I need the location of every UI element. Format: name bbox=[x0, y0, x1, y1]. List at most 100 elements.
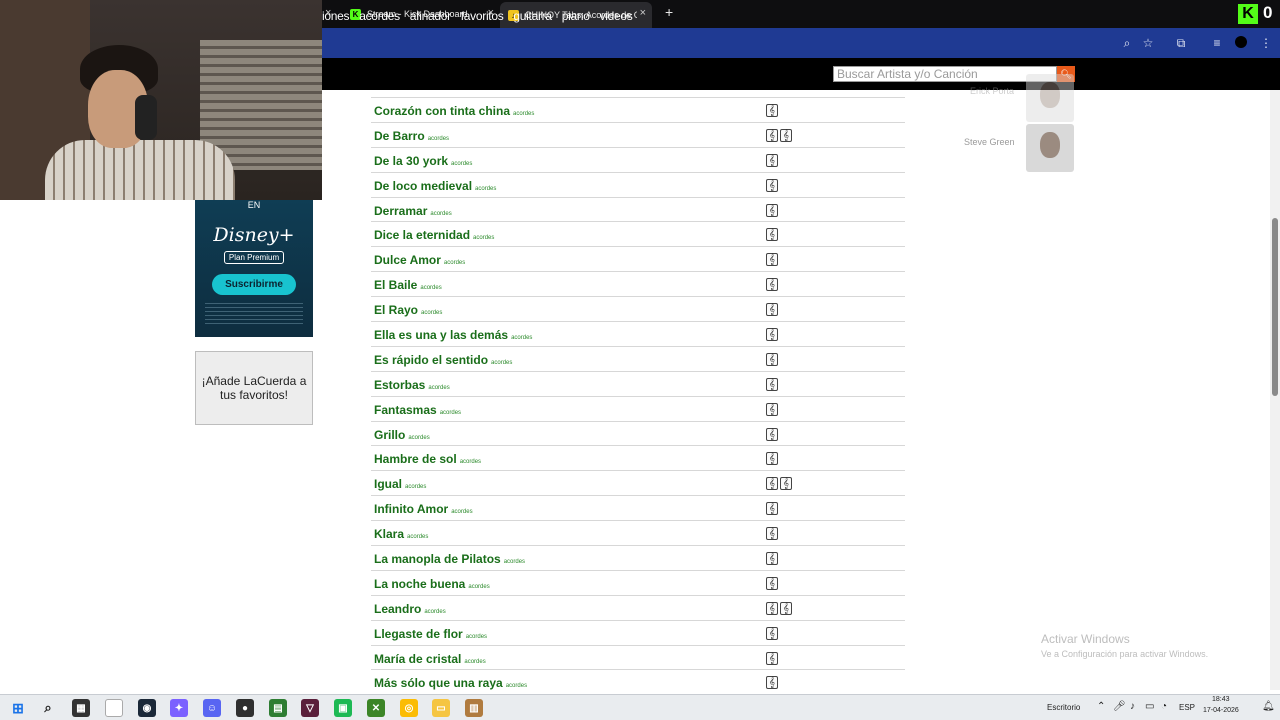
artist-thumbnail[interactable] bbox=[1026, 124, 1074, 172]
song-type-label[interactable]: acordes bbox=[420, 285, 441, 291]
nav-item-afinador[interactable]: afinador bbox=[410, 9, 451, 23]
treble-clef-icon[interactable]: 𝄞 bbox=[766, 651, 778, 665]
menu-kebab-icon[interactable]: ⋮ bbox=[1258, 35, 1274, 51]
tray-chevron-icon[interactable]: ⌃ bbox=[1097, 701, 1105, 712]
artist-thumbnail[interactable] bbox=[1026, 74, 1074, 122]
treble-clef-icon[interactable]: 𝄞 bbox=[766, 402, 778, 416]
song-link[interactable]: Hambre de sol acordes bbox=[374, 452, 481, 466]
song-link[interactable]: La manopla de Pilatos acordes bbox=[374, 552, 525, 566]
treble-clef-icon[interactable]: 𝄞 bbox=[766, 452, 778, 466]
song-type-label[interactable]: acordes bbox=[464, 659, 485, 665]
treble-clef-icon[interactable]: 𝄞 bbox=[766, 352, 778, 366]
song-link[interactable]: Dulce Amor acordes bbox=[374, 253, 465, 267]
song-link[interactable]: Estorbas acordes bbox=[374, 378, 450, 392]
song-type-label[interactable]: acordes bbox=[466, 634, 487, 640]
file-explorer-icon[interactable]: ▭ bbox=[432, 699, 450, 717]
song-type-label[interactable]: acordes bbox=[491, 360, 512, 366]
chrome-icon[interactable]: ◎ bbox=[400, 699, 418, 717]
treble-clef-icon[interactable]: 𝄞 bbox=[766, 328, 778, 342]
song-link[interactable]: Infinito Amor acordes bbox=[374, 502, 473, 516]
treble-clef-icon[interactable]: 𝄞 bbox=[766, 203, 778, 217]
app-chat-icon[interactable]: ▣ bbox=[334, 699, 352, 717]
file-icon[interactable] bbox=[105, 699, 123, 717]
app-vm-icon[interactable]: ▽ bbox=[301, 699, 319, 717]
nav-item-guitarra[interactable]: guitarra bbox=[513, 9, 552, 23]
battery-icon[interactable]: ▭ bbox=[1145, 701, 1154, 712]
song-link[interactable]: Corazón con tinta china acordes bbox=[374, 104, 534, 118]
artist-name[interactable]: Steve Green bbox=[964, 137, 1015, 147]
treble-clef-icon[interactable]: 𝄞 bbox=[766, 253, 778, 267]
song-link[interactable]: Dice la eternidad acordes bbox=[374, 228, 494, 242]
treble-clef-icon[interactable]: 𝄞 bbox=[766, 228, 778, 242]
song-type-label[interactable]: acordes bbox=[451, 161, 472, 167]
song-type-label[interactable]: acordes bbox=[407, 534, 428, 540]
treble-clef-icon[interactable]: 𝄞 bbox=[766, 427, 778, 441]
treble-clef-icon[interactable]: 𝄞 bbox=[766, 128, 778, 142]
song-type-label[interactable]: acordes bbox=[460, 459, 481, 465]
song-link[interactable]: Más sólo que una raya acordes bbox=[374, 676, 527, 690]
steam-icon[interactable]: ◉ bbox=[138, 699, 156, 717]
nav-item-videos[interactable]: videos bbox=[600, 9, 633, 23]
extensions-icon[interactable]: ⧉ bbox=[1173, 35, 1189, 51]
profile-avatar-icon[interactable] bbox=[1235, 36, 1247, 48]
song-type-label[interactable]: acordes bbox=[451, 509, 472, 515]
nav-item-piano[interactable]: piano bbox=[562, 9, 590, 23]
treble-clef-icon[interactable]: 𝄞 bbox=[766, 278, 778, 292]
song-link[interactable]: Llegaste de flor acordes bbox=[374, 627, 487, 641]
song-link[interactable]: Klara acordes bbox=[374, 527, 428, 541]
song-link[interactable]: Igual acordes bbox=[374, 477, 426, 491]
language-indicator[interactable]: ESP bbox=[1179, 703, 1195, 712]
zoom-icon[interactable]: ⌕ bbox=[1119, 35, 1135, 51]
disney-plus-ad[interactable]: EN Disney+ Plan Premium Suscribirme bbox=[195, 200, 313, 337]
ad-subscribe-button[interactable]: Suscribirme bbox=[212, 274, 296, 295]
task-view-icon[interactable]: ▦ bbox=[72, 699, 90, 717]
song-link[interactable]: De Barro acordes bbox=[374, 129, 449, 143]
tab-close-icon[interactable]: × bbox=[640, 7, 646, 19]
treble-clef-icon[interactable]: 𝄞 bbox=[780, 128, 792, 142]
treble-clef-icon[interactable]: 𝄞 bbox=[766, 303, 778, 317]
song-type-label[interactable]: acordes bbox=[506, 683, 527, 689]
windows-start-icon[interactable]: ⊞ bbox=[9, 699, 27, 717]
treble-clef-icon[interactable]: 𝄞 bbox=[766, 178, 778, 192]
app-box-icon[interactable]: ▥ bbox=[465, 699, 483, 717]
song-link[interactable]: Fantasmas acordes bbox=[374, 403, 461, 417]
song-link[interactable]: Grillo acordes bbox=[374, 428, 430, 442]
artist-name[interactable]: Erick Porta bbox=[970, 86, 1014, 96]
song-type-label[interactable]: acordes bbox=[511, 335, 532, 341]
obs-icon[interactable]: ● bbox=[236, 699, 254, 717]
treble-clef-icon[interactable]: 𝄞 bbox=[766, 676, 778, 690]
treble-clef-icon[interactable]: 𝄞 bbox=[766, 377, 778, 391]
song-type-label[interactable]: acordes bbox=[430, 211, 451, 217]
song-type-label[interactable]: acordes bbox=[408, 435, 429, 441]
treble-clef-icon[interactable]: 𝄞 bbox=[766, 552, 778, 566]
discord-icon[interactable]: ☺ bbox=[203, 699, 221, 717]
song-link[interactable]: La noche buena acordes bbox=[374, 577, 490, 591]
app-green-icon[interactable]: ▤ bbox=[269, 699, 287, 717]
bookmark-star-icon[interactable]: ☆ bbox=[1140, 35, 1156, 51]
treble-clef-icon[interactable]: 𝄞 bbox=[766, 153, 778, 167]
song-type-label[interactable]: acordes bbox=[440, 410, 461, 416]
volume-icon[interactable]: ♪ bbox=[1130, 701, 1135, 712]
minecraft-icon[interactable]: ✕ bbox=[367, 699, 385, 717]
song-type-label[interactable]: acordes bbox=[468, 584, 489, 590]
song-type-label[interactable]: acordes bbox=[428, 385, 449, 391]
treble-clef-icon[interactable]: 𝄞 bbox=[766, 477, 778, 491]
song-type-label[interactable]: acordes bbox=[473, 235, 494, 241]
nav-item-iones[interactable]: iones bbox=[322, 9, 350, 23]
song-link[interactable]: María de cristal acordes bbox=[374, 652, 486, 666]
treble-clef-icon[interactable]: 𝄞 bbox=[780, 477, 792, 491]
song-link[interactable]: Derramar acordes bbox=[374, 204, 452, 218]
treble-clef-icon[interactable]: 𝄞 bbox=[766, 502, 778, 516]
song-link[interactable]: Ella es una y las demás acordes bbox=[374, 328, 532, 342]
treble-clef-icon[interactable]: 𝄞 bbox=[780, 601, 792, 615]
reading-list-icon[interactable]: ≡ bbox=[1209, 35, 1225, 51]
song-type-label[interactable]: acordes bbox=[405, 484, 426, 490]
song-type-label[interactable]: acordes bbox=[424, 609, 445, 615]
song-type-label[interactable]: acordes bbox=[504, 559, 525, 565]
nav-item-favoritos[interactable]: favoritos bbox=[461, 9, 504, 23]
song-type-label[interactable]: acordes bbox=[513, 111, 534, 117]
microphone-icon[interactable]: 🎤︎ bbox=[1113, 701, 1126, 712]
treble-clef-icon[interactable]: 𝄞 bbox=[766, 527, 778, 541]
add-to-favorites-box[interactable]: ¡Añade LaCuerda a tus favoritos! bbox=[195, 351, 313, 425]
clock-date[interactable]: 17-04-2026 bbox=[1203, 707, 1239, 714]
